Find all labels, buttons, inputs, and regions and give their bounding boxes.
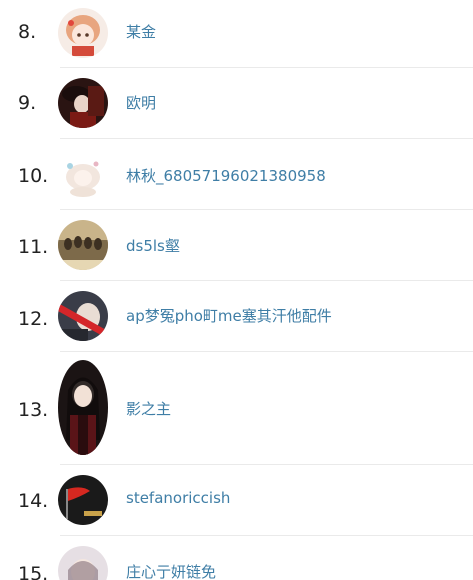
rank-number: 10. (18, 165, 49, 187)
ranking-list: 8. 某金 9. 欧明 10. 林秋_68057196021380958 11.… (0, 0, 473, 580)
long-hair-figure-avatar-icon[interactable] (58, 360, 108, 455)
soft-portrait-avatar-icon[interactable] (58, 546, 108, 580)
pale-anime-avatar-icon[interactable] (58, 150, 108, 200)
rank-number: 15. (18, 563, 49, 580)
user-name-link[interactable]: 某金 (126, 21, 156, 42)
red-sash-avatar-icon[interactable] (58, 291, 108, 341)
rank-number: 8. (18, 21, 37, 43)
list-item[interactable]: 10. 林秋_68057196021380958 (0, 139, 473, 210)
user-name-link[interactable]: 影之主 (126, 398, 171, 419)
anime-girl-avatar-icon[interactable] (58, 8, 108, 58)
user-name-link[interactable]: ds5ls壑 (126, 235, 180, 256)
rank-number: 12. (18, 308, 49, 330)
list-item[interactable]: 14. stefanoriccish (0, 465, 473, 536)
user-name-link[interactable]: 林秋_68057196021380958 (126, 165, 326, 186)
rank-number: 9. (18, 92, 37, 114)
user-name-link[interactable]: ap梦冤pho町me塞其汗他配件 (126, 305, 332, 326)
user-name-link[interactable]: 庄心亍妍链免 (126, 561, 216, 580)
rank-number: 13. (18, 399, 49, 421)
sepia-scene-avatar-icon[interactable] (58, 220, 108, 270)
dark-figure-avatar-icon[interactable] (58, 78, 108, 128)
list-item[interactable]: 15. 庄心亍妍链免 (0, 536, 473, 580)
user-name-link[interactable]: 欧明 (126, 92, 156, 113)
list-item[interactable]: 13. 影之主 (0, 352, 473, 465)
list-item[interactable]: 9. 欧明 (0, 68, 473, 139)
user-name-link[interactable]: stefanoriccish (126, 489, 230, 507)
list-item[interactable]: 11. ds5ls壑 (0, 210, 473, 281)
list-item[interactable]: 8. 某金 (0, 0, 473, 68)
rank-number: 11. (18, 236, 49, 258)
rank-number: 14. (18, 490, 49, 512)
list-item[interactable]: 12. ap梦冤pho町me塞其汗他配件 (0, 281, 473, 352)
red-flag-avatar-icon[interactable] (58, 475, 108, 525)
